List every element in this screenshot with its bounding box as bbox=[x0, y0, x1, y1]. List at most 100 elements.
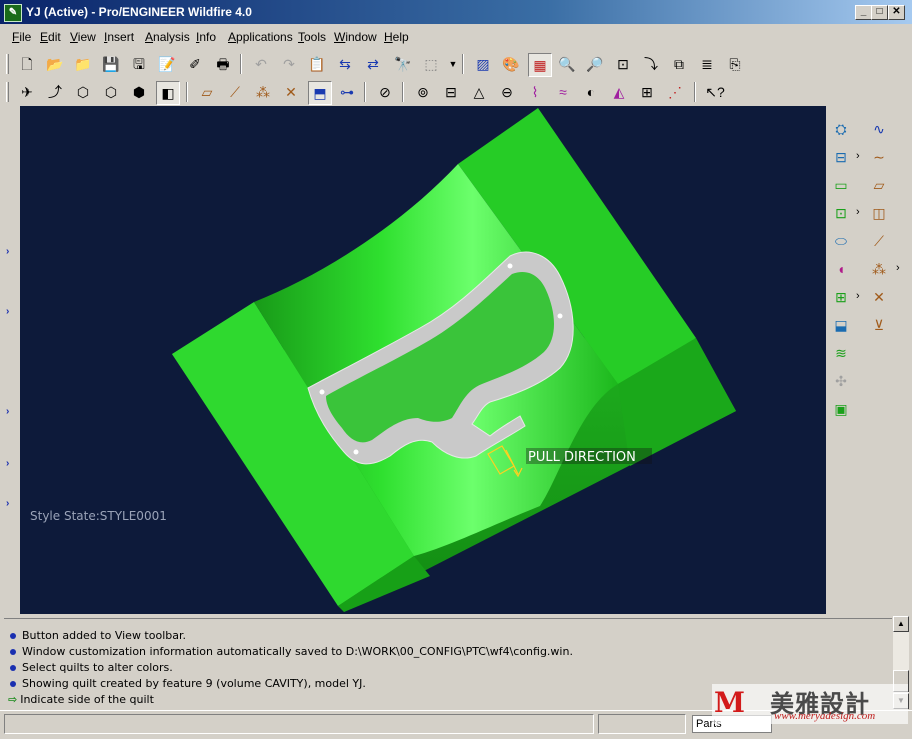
context-help-icon[interactable]: ↖? bbox=[704, 81, 726, 103]
select-box-icon[interactable]: ⬚ bbox=[420, 53, 442, 75]
axis-icon[interactable]: ⟋ bbox=[868, 230, 890, 252]
shade-analysis-icon[interactable]: ◭ bbox=[608, 81, 630, 103]
menu-help[interactable]: Help bbox=[384, 30, 409, 44]
volume-split-icon[interactable]: ⊞ bbox=[830, 286, 852, 308]
waterline-icon[interactable]: ✣ bbox=[830, 370, 852, 392]
sketch-curve-icon[interactable]: ∿ bbox=[868, 118, 890, 140]
shrink-icon[interactable]: ⬭ bbox=[830, 230, 852, 252]
refpart-icon[interactable]: ⊟ bbox=[830, 146, 852, 168]
parting-surface-icon[interactable]: ◖ bbox=[830, 258, 852, 280]
flyout-arrow-icon[interactable]: › bbox=[856, 206, 860, 218]
scroll-up-icon[interactable]: ▲ bbox=[893, 616, 909, 632]
regenerate-icon[interactable]: ⇆ bbox=[334, 53, 356, 75]
spin-center-icon[interactable]: ⎘ bbox=[724, 53, 746, 75]
menu-edit[interactable]: Edit bbox=[40, 30, 61, 44]
color-palette-icon[interactable]: 🎨 bbox=[500, 53, 522, 75]
minimize-icon[interactable]: _ bbox=[855, 5, 872, 20]
zoom-out-icon[interactable]: 🔎 bbox=[584, 53, 606, 75]
expand-arrow-icon[interactable]: › bbox=[6, 246, 9, 257]
left-sash[interactable]: › › › › › bbox=[0, 106, 20, 614]
workpiece-icon[interactable]: ⊡ bbox=[830, 202, 852, 224]
shading-icon[interactable]: ◧ bbox=[156, 81, 180, 105]
area-icon[interactable]: △ bbox=[468, 81, 490, 103]
datum-axis-display-icon[interactable]: ⟋ bbox=[224, 81, 246, 103]
curvature-icon[interactable]: ≈ bbox=[552, 81, 574, 103]
open-recent-icon[interactable]: 📁 bbox=[72, 53, 94, 75]
new-icon[interactable]: 🗋 bbox=[16, 53, 38, 75]
mold-component-icon[interactable]: ⬓ bbox=[830, 314, 852, 336]
toolbar-grip[interactable] bbox=[6, 54, 9, 74]
view-manager-icon[interactable]: ≣ bbox=[696, 53, 718, 75]
menu-insert[interactable]: Insert bbox=[104, 30, 134, 44]
reflection-icon[interactable]: ⋰ bbox=[664, 81, 686, 103]
menu-window[interactable]: Window bbox=[334, 30, 377, 44]
layers-icon[interactable]: ⧉ bbox=[668, 53, 690, 75]
csys-display-icon[interactable]: ✕ bbox=[280, 81, 302, 103]
proe-app-icon[interactable]: ✎ bbox=[4, 4, 22, 22]
menu-applications[interactable]: Applications bbox=[228, 30, 293, 44]
title-bar[interactable]: ✎ YJ (Active) - Pro/ENGINEER Wildfire 4.… bbox=[0, 0, 912, 24]
slope-icon[interactable]: ⊞ bbox=[636, 81, 658, 103]
refit-icon[interactable]: ⊡ bbox=[612, 53, 634, 75]
zoom-in-icon[interactable]: 🔍 bbox=[556, 53, 578, 75]
analysis-feature-icon[interactable]: ⊻ bbox=[868, 314, 890, 336]
print-icon[interactable]: 🖶 bbox=[212, 53, 234, 75]
curve-icon[interactable]: ∼ bbox=[868, 146, 890, 168]
datum-plane-tool-icon[interactable]: ◫ bbox=[868, 202, 890, 224]
wireframe-icon[interactable]: ⬡ bbox=[72, 81, 94, 103]
model-view[interactable]: PULL DIRECTION bbox=[20, 106, 826, 614]
network-icon[interactable]: ⊶ bbox=[336, 81, 358, 103]
measure-icon[interactable]: ⊚ bbox=[412, 81, 434, 103]
redo-icon[interactable]: ↷ bbox=[278, 53, 300, 75]
expand-arrow-icon[interactable]: › bbox=[6, 406, 9, 417]
annotation-display-icon[interactable]: ⬒ bbox=[308, 81, 332, 105]
toolbar-grip[interactable] bbox=[6, 82, 9, 102]
repaint-icon[interactable]: ⤵ bbox=[640, 53, 662, 75]
save-copy-icon[interactable]: 🖫 bbox=[128, 53, 150, 75]
menu-info[interactable]: Info bbox=[196, 30, 216, 44]
message-line: Window customization information automat… bbox=[8, 645, 573, 658]
orient-icon[interactable]: ✈ bbox=[16, 81, 38, 103]
open-icon[interactable]: 📂 bbox=[44, 53, 66, 75]
runner-icon[interactable]: ≋ bbox=[830, 342, 852, 364]
draft-analysis-icon[interactable]: ◐ bbox=[580, 81, 602, 103]
datum-plane-display-icon[interactable]: ▱ bbox=[196, 81, 218, 103]
print-setup-icon[interactable]: 📝 bbox=[156, 53, 178, 75]
flyout-arrow-icon[interactable]: › bbox=[856, 150, 860, 162]
graphics-window[interactable]: PULL DIRECTION Style State:STYLE0001 bbox=[20, 106, 826, 614]
sketch-palette-icon[interactable]: ▨ bbox=[472, 53, 494, 75]
expand-arrow-icon[interactable]: › bbox=[6, 306, 9, 317]
expand-arrow-icon[interactable]: › bbox=[6, 498, 9, 509]
csys-icon[interactable]: ✕ bbox=[868, 286, 890, 308]
find-icon[interactable]: 🔭 bbox=[392, 53, 414, 75]
maximize-icon[interactable]: □ bbox=[871, 5, 888, 20]
menu-tools[interactable]: Tools bbox=[298, 30, 326, 44]
close-icon[interactable]: ✕ bbox=[888, 5, 905, 20]
flyout-arrow-icon[interactable]: › bbox=[856, 290, 860, 302]
undo-icon[interactable]: ↶ bbox=[250, 53, 272, 75]
point-icon[interactable]: ⁂ bbox=[868, 258, 890, 280]
distance-icon[interactable]: ⊟ bbox=[440, 81, 462, 103]
save-icon[interactable]: 💾 bbox=[100, 53, 122, 75]
no-hidden-icon[interactable]: ⬢ bbox=[128, 81, 150, 103]
volume-block-icon[interactable]: ▭ bbox=[830, 174, 852, 196]
select-dropdown-icon[interactable]: ▼ bbox=[442, 53, 464, 75]
mold-open-icon[interactable]: ▣ bbox=[830, 398, 852, 420]
appearance-icon[interactable]: ▦ bbox=[528, 53, 552, 77]
flyout-arrow-icon[interactable]: › bbox=[896, 262, 900, 274]
menu-file[interactable]: File bbox=[12, 30, 31, 44]
datum-point-display-icon[interactable]: ⁂ bbox=[252, 81, 274, 103]
datum-plane-icon[interactable]: ▱ bbox=[868, 174, 890, 196]
diameter-icon[interactable]: ⊖ bbox=[496, 81, 518, 103]
paste-icon[interactable]: 📋 bbox=[306, 53, 328, 75]
hide-icon[interactable]: ⊘ bbox=[374, 81, 396, 103]
expand-arrow-icon[interactable]: › bbox=[6, 458, 9, 469]
spin-icon[interactable]: ⤴ bbox=[44, 81, 66, 103]
erase-icon[interactable]: ✐ bbox=[184, 53, 206, 75]
curve-analysis-icon[interactable]: ⌇ bbox=[524, 81, 546, 103]
menu-analysis[interactable]: Analysis bbox=[145, 30, 190, 44]
menu-view[interactable]: View bbox=[70, 30, 96, 44]
mold-layout-icon[interactable]: ⛭ bbox=[830, 118, 852, 140]
regenerate-manager-icon[interactable]: ⇄ bbox=[362, 53, 384, 75]
hidden-line-icon[interactable]: ⬡ bbox=[100, 81, 122, 103]
